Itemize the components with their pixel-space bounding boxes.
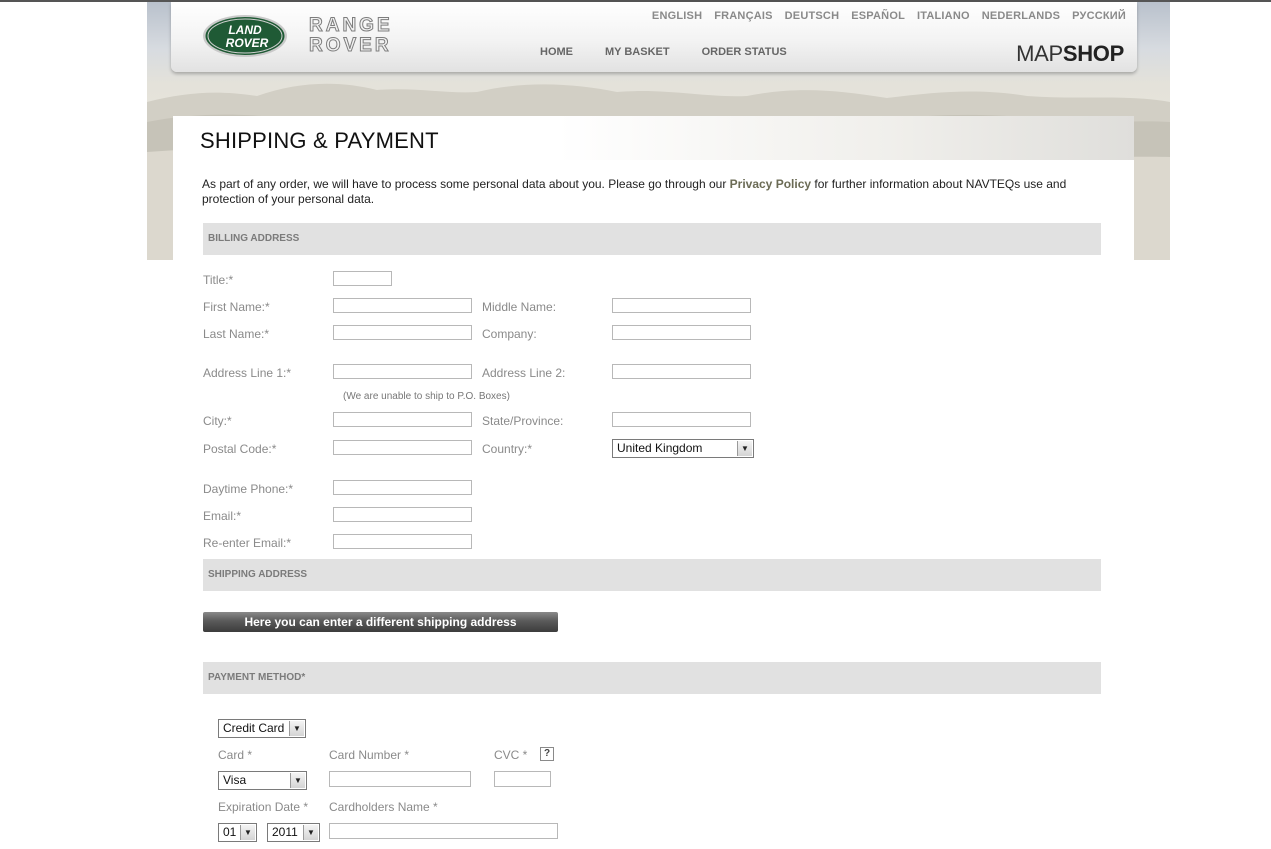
card-type-select[interactable]: Visa ▼ — [218, 771, 307, 790]
content-panel: SHIPPING & PAYMENT As part of any order,… — [173, 116, 1134, 849]
site-header: LAND ROVER RANGE ROVER ENGLISH FRANÇAIS … — [171, 2, 1137, 72]
first-name-label: First Name:* — [203, 300, 270, 314]
country-label: Country:* — [482, 442, 533, 456]
cvc-label: CVC * — [494, 748, 528, 762]
cardholders-name-input[interactable] — [329, 823, 558, 839]
lang-italiano[interactable]: ITALIANO — [917, 10, 970, 22]
page-title: SHIPPING & PAYMENT — [200, 128, 439, 153]
shipping-address-header: SHIPPING ADDRESS — [203, 559, 1101, 591]
chevron-down-icon: ▼ — [290, 773, 305, 788]
company-label: Company: — [482, 327, 537, 341]
expiration-month-select[interactable]: 01 ▼ — [218, 823, 257, 842]
cardholders-name-label: Cardholders Name * — [329, 800, 438, 814]
payment-method-value: Credit Card — [223, 721, 285, 735]
country-select[interactable]: United Kingdom ▼ — [612, 439, 754, 458]
privacy-intro: As part of any order, we will have to pr… — [202, 177, 1072, 207]
billing-address-header: BILLING ADDRESS — [203, 223, 1101, 255]
address-line-2-input[interactable] — [612, 364, 751, 379]
privacy-policy-link[interactable]: Privacy Policy — [730, 177, 811, 191]
postal-code-label: Postal Code:* — [203, 442, 277, 456]
language-selector: ENGLISH FRANÇAIS DEUTSCH ESPAÑOL ITALIAN… — [640, 10, 1126, 22]
lang-russian[interactable]: РУССКИЙ — [1072, 10, 1126, 22]
address-line-1-label: Address Line 1:* — [203, 366, 292, 380]
reenter-email-input[interactable] — [333, 534, 472, 549]
mapshop-map: MAP — [1016, 41, 1063, 66]
card-number-input[interactable] — [329, 771, 471, 787]
logo-text-bottom: ROVER — [226, 36, 269, 50]
expiration-month-value: 01 — [223, 825, 237, 839]
city-input[interactable] — [333, 412, 472, 427]
state-input[interactable] — [612, 412, 751, 427]
chevron-down-icon: ▼ — [240, 825, 255, 840]
nav-my-basket[interactable]: MY BASKET — [605, 46, 670, 58]
reenter-email-label: Re-enter Email:* — [203, 536, 292, 550]
lang-nederlands[interactable]: NEDERLANDS — [982, 10, 1060, 22]
email-input[interactable] — [333, 507, 472, 522]
address-line-2-label: Address Line 2: — [482, 366, 566, 380]
postal-code-input[interactable] — [333, 440, 472, 455]
lang-deutsch[interactable]: DEUTSCH — [785, 10, 840, 22]
title-input[interactable] — [333, 271, 392, 286]
logo-text-top: LAND — [228, 23, 262, 37]
chevron-down-icon: ▼ — [289, 721, 304, 736]
first-name-input[interactable] — [333, 298, 472, 313]
last-name-input[interactable] — [333, 325, 472, 340]
brand-line-2: ROVER — [309, 35, 392, 54]
daytime-phone-input[interactable] — [333, 480, 472, 495]
expiration-date-label: Expiration Date * — [218, 800, 309, 814]
mapshop-logo[interactable]: MAPSHOP — [1016, 41, 1124, 67]
cvc-input[interactable] — [494, 771, 551, 787]
last-name-label: Last Name:* — [203, 327, 270, 341]
state-label: State/Province: — [482, 414, 564, 428]
card-label: Card * — [218, 748, 253, 762]
nav-order-status[interactable]: ORDER STATUS — [702, 46, 787, 58]
chevron-down-icon: ▼ — [737, 441, 752, 456]
middle-name-input[interactable] — [612, 298, 751, 313]
email-label: Email:* — [203, 509, 242, 523]
mapshop-shop: SHOP — [1062, 41, 1124, 66]
lang-francais[interactable]: FRANÇAIS — [714, 10, 772, 22]
cvc-help-icon[interactable]: ? — [540, 747, 554, 761]
nav-home[interactable]: HOME — [540, 46, 573, 58]
daytime-phone-label: Daytime Phone:* — [203, 482, 294, 496]
expiration-year-select[interactable]: 2011 ▼ — [267, 823, 320, 842]
address-line-1-input[interactable] — [333, 364, 472, 379]
middle-name-label: Middle Name: — [482, 300, 557, 314]
payment-method-header: PAYMENT METHOD* — [203, 662, 1101, 694]
main-nav: HOME MY BASKET ORDER STATUS — [540, 46, 819, 58]
range-rover-wordmark: RANGE ROVER — [309, 15, 393, 55]
title-label: Title:* — [203, 273, 234, 287]
card-number-label: Card Number * — [329, 748, 410, 762]
card-type-value: Visa — [223, 773, 247, 787]
po-box-note: (We are unable to ship to P.O. Boxes) — [343, 391, 510, 402]
chevron-down-icon: ▼ — [303, 825, 318, 840]
different-shipping-address-button[interactable]: Here you can enter a different shipping … — [203, 612, 558, 632]
country-select-value: United Kingdom — [617, 441, 703, 455]
land-rover-logo-icon[interactable]: LAND ROVER — [202, 14, 288, 58]
lang-english[interactable]: ENGLISH — [652, 10, 702, 22]
expiration-year-value: 2011 — [272, 825, 298, 839]
payment-method-select[interactable]: Credit Card ▼ — [218, 719, 306, 738]
city-label: City:* — [203, 414, 232, 428]
company-input[interactable] — [612, 325, 751, 340]
brand-line-1: RANGE — [309, 15, 393, 36]
lang-espanol[interactable]: ESPAÑOL — [851, 10, 905, 22]
intro-text-before: As part of any order, we will have to pr… — [202, 177, 730, 191]
